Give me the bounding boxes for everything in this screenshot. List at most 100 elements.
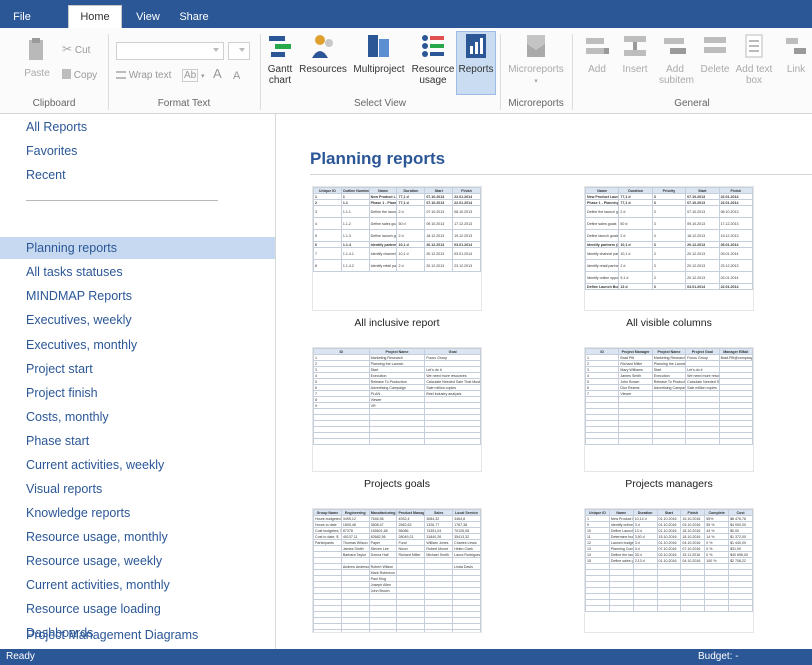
preview-cell: 1.1.1 bbox=[340, 205, 370, 218]
preview-row bbox=[585, 438, 753, 445]
nav-item-project-start[interactable]: Project start bbox=[0, 358, 275, 380]
link-label: Link bbox=[786, 64, 806, 75]
ribbon-tab-strip: File Home View Share bbox=[0, 0, 812, 29]
resource-usage-button[interactable]: Resource usage bbox=[410, 32, 456, 86]
nav-item-executives-weekly[interactable]: Executives, weekly bbox=[0, 309, 275, 331]
preview-cell: 23.12.2013 bbox=[452, 259, 481, 272]
tab-home[interactable]: Home bbox=[68, 5, 122, 29]
nav-item-costs-monthly[interactable]: Costs, monthly bbox=[0, 406, 275, 428]
report-thumbnail-cost-report[interactable]: Unique ID Name Duration Start Finish Complete… bbox=[584, 508, 754, 633]
nav-item-current-activities-monthly[interactable]: Current activities, monthly bbox=[0, 574, 275, 596]
preview-cell: 08.10.2013 bbox=[452, 205, 481, 218]
nav-item-visual-reports[interactable]: Visual reports bbox=[0, 478, 275, 500]
status-budget: Budget: - bbox=[698, 651, 739, 662]
preview-cell: 2 d bbox=[396, 259, 426, 272]
nav-item-recent[interactable]: Recent bbox=[0, 164, 275, 186]
insert-button[interactable]: Insert bbox=[617, 32, 653, 75]
reports-nav-panel: All Reports Favorites Recent Planning repor… bbox=[0, 114, 276, 649]
preview-cell: 50 d bbox=[618, 217, 653, 230]
copy-button[interactable]: Copy bbox=[62, 69, 97, 83]
preview-row: Define launch goals (launch timing and p… bbox=[585, 229, 753, 242]
preview-table: ID Project Name Goal 1 Marketing Research Foc… bbox=[313, 348, 481, 445]
copy-label: Copy bbox=[73, 70, 98, 81]
reports-icon bbox=[462, 32, 490, 60]
preview-cell: 17.12.2013 bbox=[718, 217, 753, 230]
report-thumbnail-projects-goals[interactable]: ID Project Name Goal 1 Marketing Research Foc… bbox=[312, 347, 482, 490]
font-family-combo[interactable] bbox=[116, 42, 224, 60]
preview-cell: Define sales goals bbox=[585, 217, 620, 230]
preview-cell: 1.1.2 bbox=[340, 217, 370, 230]
preview-cell: 20.12.2013 bbox=[685, 271, 720, 284]
resource-usage-label-line1: Resource bbox=[411, 64, 455, 75]
add-subitem-button[interactable]: Add subitem bbox=[659, 32, 694, 86]
add-button[interactable]: Add bbox=[582, 32, 612, 75]
preview-cell: 5 bbox=[313, 229, 342, 242]
multiproject-icon bbox=[365, 32, 393, 60]
nav-item-phase-start[interactable]: Phase start bbox=[0, 430, 275, 452]
add-row-icon bbox=[583, 32, 611, 60]
resource-usage-label-line2: usage bbox=[419, 75, 447, 86]
delete-button[interactable]: Delete bbox=[697, 32, 733, 75]
paste-button[interactable]: Paste bbox=[22, 36, 52, 79]
shrink-font-button[interactable]: A bbox=[233, 69, 240, 83]
nav-item-resource-usage-weekly[interactable]: Resource usage, weekly bbox=[0, 550, 275, 572]
tab-share[interactable]: Share bbox=[172, 6, 216, 28]
delete-label: Delete bbox=[700, 64, 730, 75]
nav-item-all-tasks-statuses[interactable]: All tasks statuses bbox=[0, 261, 275, 283]
preview-cell: 20.12.2013 bbox=[424, 247, 454, 260]
nav-item-executives-monthly[interactable]: Executives, monthly bbox=[0, 334, 275, 356]
nav-item-knowledge-reports[interactable]: Knowledge reports bbox=[0, 502, 275, 524]
preview-cell bbox=[313, 438, 370, 445]
nav-item-resource-usage-monthly[interactable]: Resource usage, monthly bbox=[0, 526, 275, 548]
gantt-label-line1: Gantt bbox=[267, 64, 293, 75]
title-divider bbox=[310, 174, 812, 175]
nav-item-resource-usage-loading[interactable]: Resource usage loading bbox=[0, 598, 275, 620]
tab-file[interactable]: File bbox=[0, 6, 44, 28]
preview-cell: 3 bbox=[651, 283, 687, 290]
select-view-group-label: Select View bbox=[353, 98, 407, 109]
add-textbox-button[interactable]: Add text box bbox=[733, 32, 775, 86]
preview-table: Unique ID Outline Number Name Duration Start… bbox=[313, 187, 481, 272]
preview-cell: 3 bbox=[651, 271, 687, 284]
nav-item-favorites[interactable]: Favorites bbox=[0, 140, 275, 162]
link-button[interactable]: Link bbox=[782, 32, 810, 75]
preview-cell: Define launch goals (launch timing and p… bbox=[368, 229, 398, 242]
preview-row: Define sales goals 50 d 3 09.10.2013 17.12.2… bbox=[585, 217, 753, 230]
preview-row: Identify retail partners 2 d 3 20.12.2013 23… bbox=[585, 259, 753, 272]
nav-item-project-management-diagrams[interactable]: Project Management Diagrams bbox=[0, 624, 275, 646]
ribbon: Paste ✂ Cut Copy Clipboard Wrap text Ab … bbox=[0, 28, 812, 114]
preview-row: Identify channel partners10,1 d320.12.20… bbox=[585, 247, 753, 260]
multiproject-button[interactable]: Multiproject bbox=[350, 32, 408, 75]
grow-font-button[interactable]: A bbox=[213, 67, 222, 81]
preview-cell: 8 bbox=[313, 259, 342, 272]
tab-view[interactable]: View bbox=[128, 6, 168, 28]
paste-label: Paste bbox=[24, 68, 50, 79]
nav-item-all-reports[interactable]: All Reports bbox=[0, 116, 275, 138]
report-thumbnail-all-inclusive-report[interactable]: Unique ID Outline Number Name Duration Start… bbox=[312, 186, 482, 329]
report-thumbnail-projects-managers[interactable]: ID Project Manager Project Name Project Goa… bbox=[584, 347, 754, 490]
preview-cell: 02.01.2014 bbox=[718, 271, 753, 284]
nav-item-project-finish[interactable]: Project finish bbox=[0, 382, 275, 404]
text-style-button[interactable]: Ab ▾ bbox=[182, 69, 205, 84]
gantt-label-line2: chart bbox=[268, 75, 292, 86]
delete-row-icon bbox=[701, 32, 729, 60]
preview-cell: Define launch goals (launch timing and p… bbox=[585, 229, 620, 242]
report-thumbnail-all-visible-columns[interactable]: Name Duration Priority Start Finish New Produ… bbox=[584, 186, 754, 329]
microreports-icon bbox=[522, 32, 550, 60]
resources-button[interactable]: Resources bbox=[298, 32, 348, 75]
wrap-text-button[interactable]: Wrap text bbox=[116, 69, 171, 83]
cut-button[interactable]: ✂ Cut bbox=[62, 42, 90, 58]
multiproject-label: Multiproject bbox=[353, 64, 405, 75]
nav-item-planning-reports[interactable]: Planning reports bbox=[0, 237, 275, 259]
insert-label: Insert bbox=[622, 64, 648, 75]
microreports-button[interactable]: Microreports ▾ bbox=[504, 32, 568, 87]
font-size-combo[interactable] bbox=[228, 42, 250, 60]
preview-cell: 09.10.2013 bbox=[424, 217, 454, 230]
preview-cell: Identify channel partners bbox=[368, 247, 398, 260]
nav-item-mindmap-reports[interactable]: MINDMAP Reports bbox=[0, 285, 275, 307]
gantt-chart-button[interactable]: Gantt chart bbox=[264, 32, 296, 86]
nav-item-current-activities-weekly[interactable]: Current activities, weekly bbox=[0, 454, 275, 476]
report-thumbnail-group-budget-report[interactable]: Group Name Engineering Manufacturing Produc… bbox=[312, 508, 482, 633]
reports-button[interactable]: Reports bbox=[456, 31, 496, 95]
preview-row: 41.1.2Define sales goals50 d09.10.201317… bbox=[313, 217, 481, 230]
